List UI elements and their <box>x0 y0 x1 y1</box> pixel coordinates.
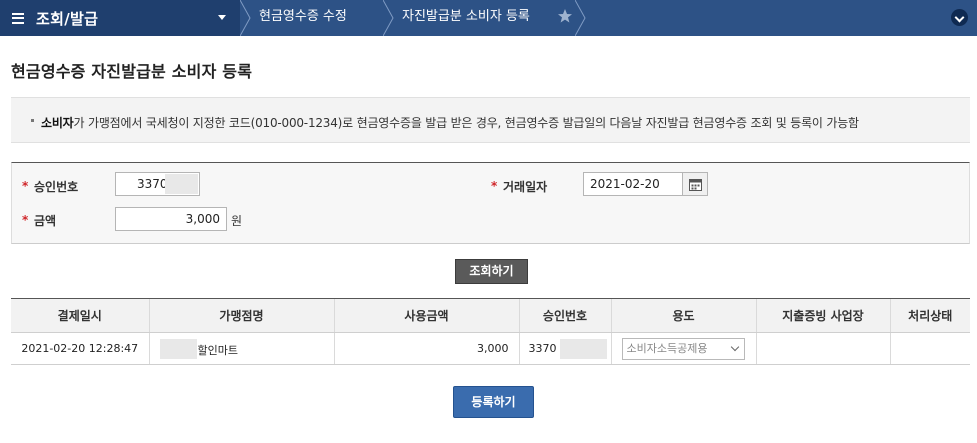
approval-number-input[interactable]: 3370 <box>115 172 200 196</box>
payment-datetime-cell: 2021-02-20 12:28:47 <box>11 332 149 365</box>
column-header: 결제일시 <box>11 298 149 333</box>
notice-box: 소비자가 가맹점에서 국세청이 지정한 코드(010-000-1234)로 현금… <box>11 97 970 143</box>
required-mark: * <box>22 179 29 193</box>
column-header: 지출증빙 사업장 <box>755 298 890 333</box>
register-button[interactable]: 등록하기 <box>453 386 534 418</box>
amount-label: 금액 <box>34 214 57 228</box>
amount-cell: 3,000 <box>333 332 519 365</box>
table-header-row: 결제일시 가맹점명 사용금액 승인번호 용도 지출증빙 사업장 처리상태 <box>11 298 970 333</box>
masked-region <box>165 174 198 194</box>
approval-number-cell: 3370 <box>518 332 611 365</box>
column-header: 용도 <box>610 298 756 333</box>
required-mark: * <box>491 179 498 193</box>
chevron-down-icon[interactable] <box>951 9 968 26</box>
calendar-button[interactable] <box>682 172 708 196</box>
purpose-selected-value: 소비자소득공제용 <box>626 342 708 355</box>
breadcrumb-consumer-register[interactable]: 자진발급분 소비자 등록 <box>402 0 530 36</box>
approval-number-label: 승인번호 <box>34 180 79 194</box>
breadcrumb-separator-icon <box>383 0 395 36</box>
approval-number-text: 3370 <box>528 342 557 355</box>
amount-input[interactable]: 3,000 <box>115 207 227 231</box>
expense-business-cell <box>755 332 890 365</box>
amount-unit: 원 <box>231 214 243 228</box>
bullet-icon <box>31 119 34 122</box>
merchant-name: 할인마트 <box>197 344 238 357</box>
merchant-cell: 할인마트 <box>148 332 334 365</box>
masked-region <box>159 339 197 359</box>
trade-date-label: 거래일자 <box>503 180 548 194</box>
trade-date-value: 2021-02-20 <box>590 177 660 191</box>
trade-date-input[interactable]: 2021-02-20 <box>583 172 683 196</box>
breadcrumb-separator-icon <box>240 0 252 36</box>
breadcrumb-separator-icon <box>575 0 587 36</box>
purpose-select[interactable]: 소비자소득공제용 <box>621 338 745 360</box>
approval-number-value: 3370 <box>137 177 168 191</box>
column-header: 승인번호 <box>518 298 611 333</box>
purpose-cell: 소비자소득공제용 <box>610 332 756 365</box>
column-header: 처리상태 <box>889 298 970 333</box>
column-header: 가맹점명 <box>148 298 334 333</box>
chevron-down-icon <box>730 342 739 352</box>
result-table: 결제일시 가맹점명 사용금액 승인번호 용도 지출증빙 사업장 처리상태 202… <box>11 298 970 365</box>
notice-bold: 소비자 <box>41 116 74 130</box>
menu-button[interactable]: 조회/발급 <box>0 0 240 36</box>
masked-region <box>559 339 607 359</box>
breadcrumb-cash-receipt-edit[interactable]: 현금영수증 수정 <box>259 0 347 36</box>
table-row: 2021-02-20 12:28:47 할인마트 3,000 3370 소비자소… <box>11 332 970 365</box>
menu-title: 조회/발급 <box>36 9 99 28</box>
notice-body: 가 가맹점에서 국세청이 지정한 코드(010-000-1234)로 현금영수증… <box>73 116 860 130</box>
top-nav-bar: 조회/발급 현금영수증 수정 자진발급분 소비자 등록 <box>0 0 977 36</box>
column-header: 사용금액 <box>333 298 519 333</box>
search-form: * 승인번호 3370 * 거래일자 2021-02-20 * 금액 3,000… <box>11 162 970 244</box>
caret-down-icon <box>218 15 226 20</box>
calendar-icon <box>689 179 702 191</box>
required-mark: * <box>22 213 29 227</box>
star-icon[interactable] <box>557 8 573 24</box>
page-title: 현금영수증 자진발급분 소비자 등록 <box>11 62 253 81</box>
amount-value: 3,000 <box>185 212 220 226</box>
search-button[interactable]: 조회하기 <box>455 259 528 284</box>
notice-text: 소비자가 가맹점에서 국세청이 지정한 코드(010-000-1234)로 현금… <box>41 114 859 131</box>
hamburger-icon <box>12 12 24 24</box>
status-cell <box>889 332 970 365</box>
